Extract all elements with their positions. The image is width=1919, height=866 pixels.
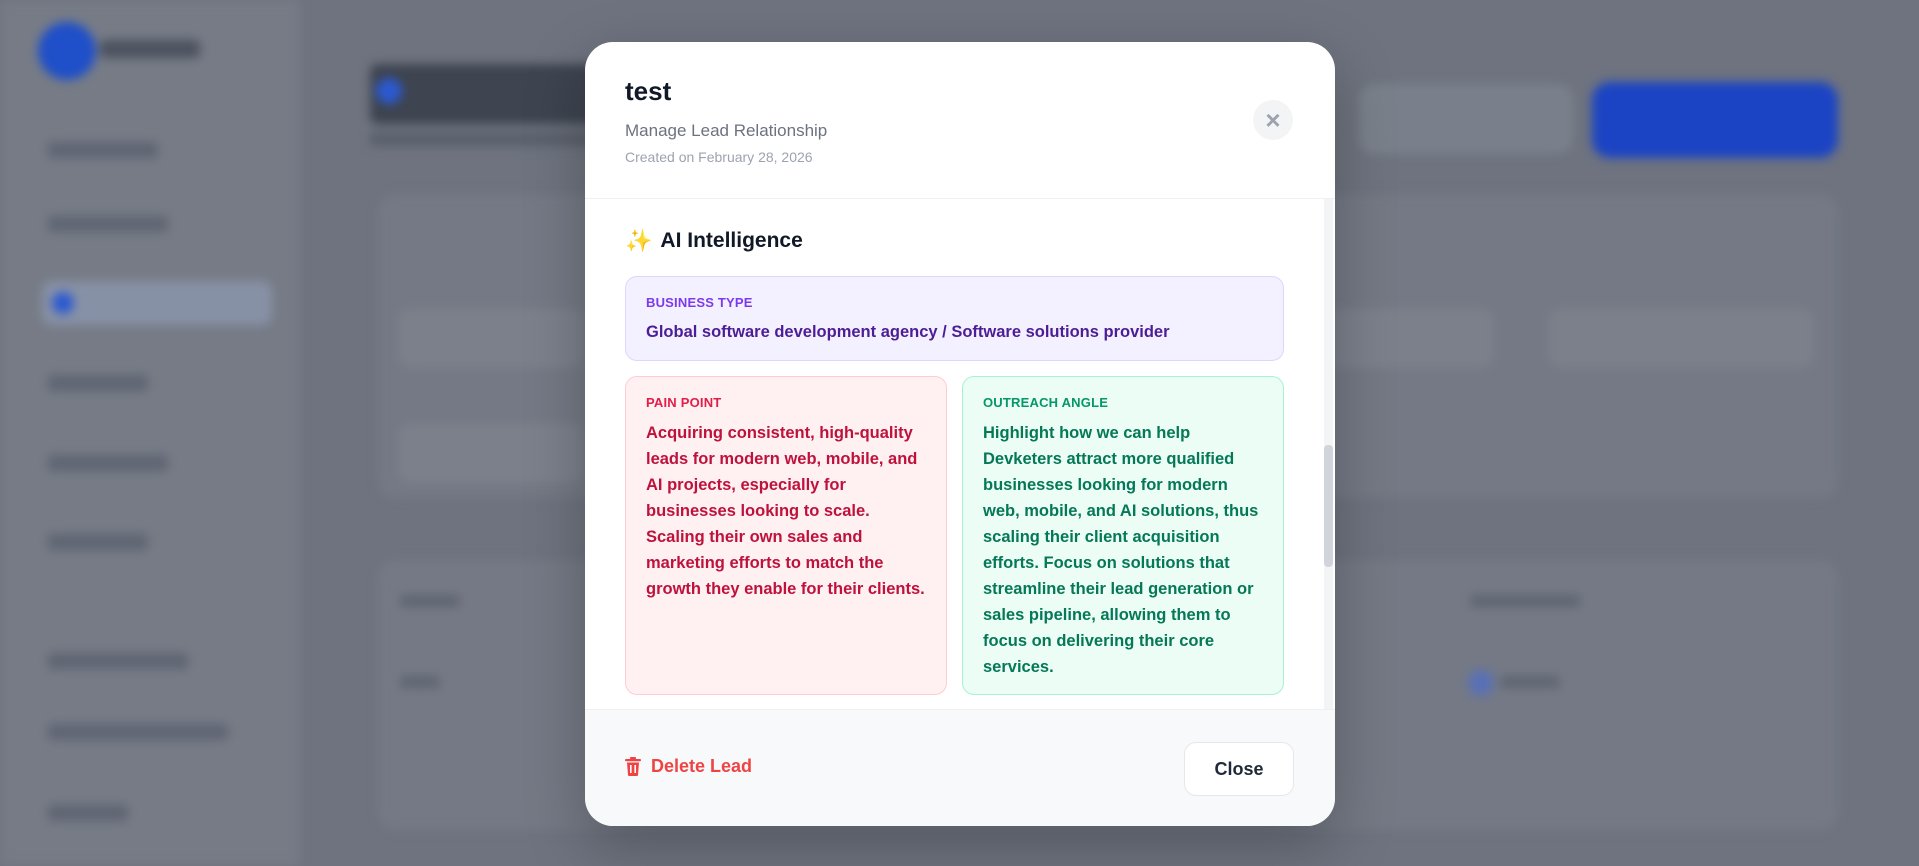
filter-input — [1550, 310, 1812, 366]
sidebar-item — [48, 375, 148, 391]
close-button[interactable]: Close — [1184, 742, 1294, 796]
modal-title: test — [625, 76, 672, 106]
pain-point-card: PAIN POINT Acquiring consistent, high-qu… — [625, 376, 947, 695]
outreach-angle-label: OUTREACH ANGLE — [983, 395, 1109, 410]
app-logo — [38, 22, 96, 80]
app-logo-text — [100, 40, 200, 58]
close-icon[interactable]: × — [1253, 100, 1293, 140]
delete-lead-button[interactable]: Delete Lead — [625, 756, 752, 777]
modal-body[interactable]: ✨ AI Intelligence BUSINESS TYPE Global s… — [585, 199, 1335, 709]
pain-point-label: PAIN POINT — [646, 395, 722, 410]
secondary-button — [1360, 85, 1572, 153]
trash-icon — [625, 757, 641, 776]
lead-modal: test Manage Lead Relationship Created on… — [585, 42, 1335, 826]
table-avatar — [1468, 670, 1494, 696]
modal-footer: Delete Lead Close — [585, 709, 1335, 826]
delete-lead-label: Delete Lead — [651, 756, 753, 776]
modal-subtitle: Manage Lead Relationship — [625, 121, 828, 140]
sidebar-item — [48, 534, 148, 550]
page-title-icon — [376, 78, 402, 104]
outreach-angle-value: Highlight how we can help Devketers attr… — [983, 424, 1259, 676]
filter-input — [400, 425, 582, 481]
business-type-card: BUSINESS TYPE Global software developmen… — [625, 276, 1284, 361]
table-cell — [1500, 676, 1560, 688]
sidebar-item-active — [42, 281, 272, 325]
table-header — [1470, 595, 1580, 607]
sidebar-item — [48, 142, 158, 158]
primary-button — [1592, 82, 1838, 158]
sidebar-item — [48, 653, 188, 669]
table-header — [400, 595, 460, 607]
filter-input — [1330, 310, 1492, 366]
business-type-label: BUSINESS TYPE — [646, 295, 753, 310]
sidebar-item — [48, 455, 168, 471]
sparkle-icon: ✨ — [625, 228, 653, 253]
table-cell — [400, 676, 440, 688]
sidebar-item — [48, 805, 128, 821]
scrollbar-thumb[interactable] — [1324, 445, 1333, 567]
sidebar-item — [48, 216, 168, 232]
page-title — [370, 64, 620, 124]
sidebar-active-icon — [52, 292, 74, 314]
created-date: Created on February 28, 2026 — [625, 149, 813, 165]
page-subtitle — [370, 132, 600, 146]
business-type-value: Global software development agency / Sof… — [646, 323, 1170, 341]
section-title: AI Intelligence — [660, 229, 803, 252]
outreach-angle-card: OUTREACH ANGLE Highlight how we can help… — [962, 376, 1284, 695]
sidebar-item — [48, 724, 228, 740]
ai-intelligence-heading: ✨ AI Intelligence — [625, 229, 803, 253]
modal-header: test Manage Lead Relationship Created on… — [585, 42, 1335, 199]
filter-input — [400, 310, 582, 366]
pain-point-value: Acquiring consistent, high-quality leads… — [646, 424, 925, 598]
